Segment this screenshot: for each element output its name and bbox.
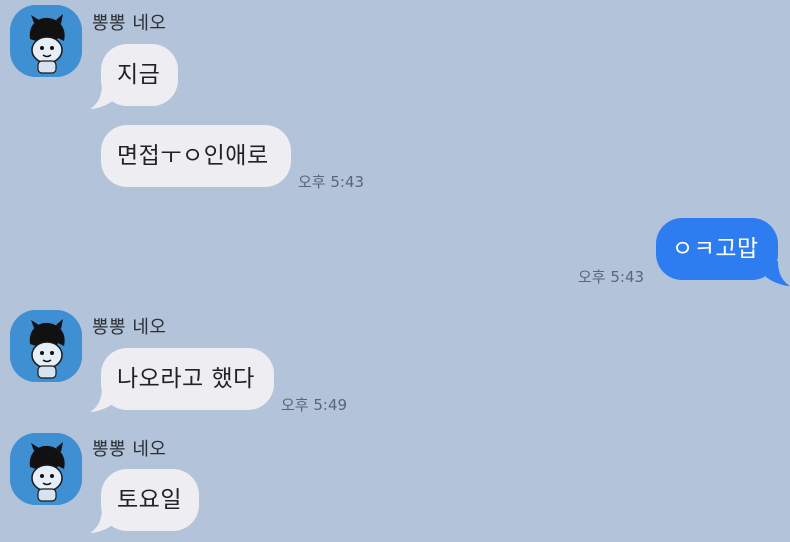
message-bubble[interactable]: 지금 — [101, 44, 178, 106]
message-time: 오후 5:49 — [281, 396, 348, 414]
message-bubble-outgoing[interactable]: ㅇㅋ고맙 — [656, 218, 778, 280]
bubble-tail-outgoing — [766, 261, 790, 286]
message-bubble[interactable]: 토요일 — [101, 469, 199, 531]
sender-name: 뽕뽕 네오 — [92, 317, 167, 338]
chat-view: 뽕뽕 네오 지금 면접ㅜㅇ인애로 오후 5:43 ㅇㅋ고맙 오후 5:43 뽕뽕… — [0, 0, 790, 542]
cartoon-character-avatar-icon — [10, 5, 82, 77]
avatar[interactable] — [10, 5, 82, 77]
avatar[interactable] — [10, 310, 82, 382]
message-time: 오후 5:43 — [298, 173, 365, 191]
sender-name: 뽕뽕 네오 — [92, 13, 167, 34]
cartoon-character-avatar-icon — [10, 433, 82, 505]
cartoon-character-avatar-icon — [10, 310, 82, 382]
message-time: 오후 5:43 — [578, 268, 645, 286]
message-bubble[interactable]: 나오라고 했다 — [101, 348, 274, 410]
message-bubble[interactable]: 면접ㅜㅇ인애로 — [101, 125, 291, 187]
avatar[interactable] — [10, 433, 82, 505]
sender-name: 뽕뽕 네오 — [92, 439, 167, 460]
